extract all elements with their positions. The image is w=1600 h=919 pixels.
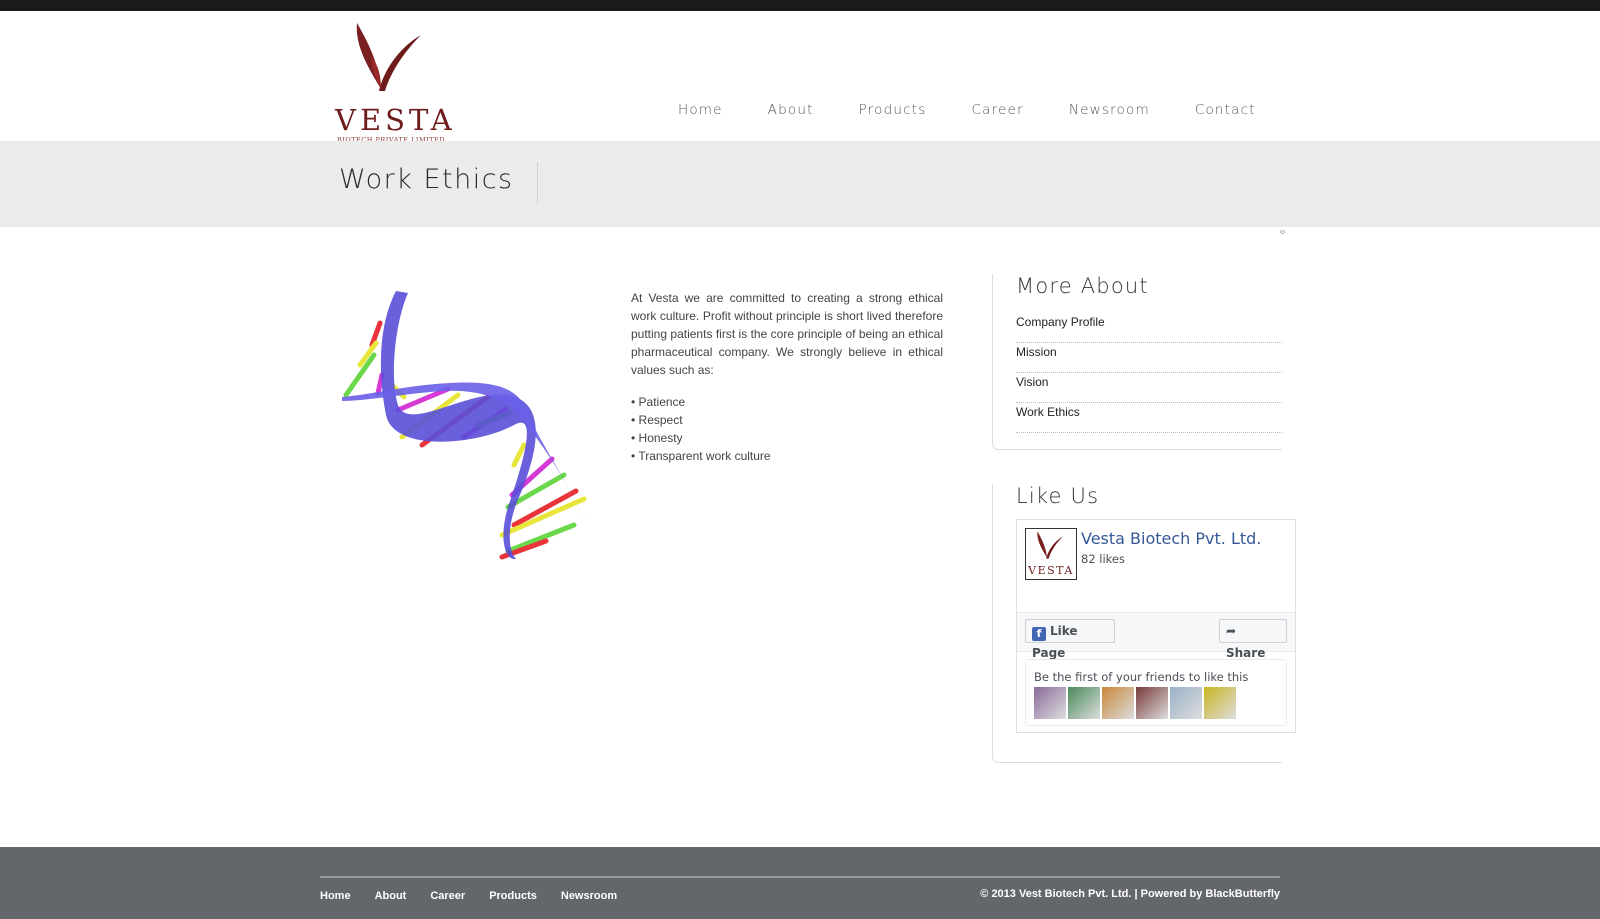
copyright: © 2013 Vest Biotech Pvt. Ltd. | Powered … xyxy=(980,888,1280,900)
page-title: Work Ethics xyxy=(339,164,514,195)
footer-divider xyxy=(320,876,1280,878)
like-us-title: Like Us xyxy=(1016,484,1100,508)
title-divider xyxy=(537,163,538,203)
nav-home[interactable]: Home xyxy=(678,102,723,142)
list-item: • Patience xyxy=(631,395,686,409)
link-vision[interactable]: Vision xyxy=(1016,373,1282,403)
share-label: Share xyxy=(1226,646,1266,660)
link-work-ethics[interactable]: Work Ethics xyxy=(1016,403,1282,433)
dna-helix-image xyxy=(342,291,588,560)
footer-nav: Home About Career Products Newsroom xyxy=(320,890,641,902)
more-about-links: Company Profile Mission Vision Work Ethi… xyxy=(1016,313,1282,433)
footer-link-home[interactable]: Home xyxy=(320,890,351,902)
nav-newsroom[interactable]: Newsroom xyxy=(1069,102,1150,142)
link-mission[interactable]: Mission xyxy=(1016,343,1282,373)
footer-link-newsroom[interactable]: Newsroom xyxy=(561,890,617,902)
footer: Home About Career Products Newsroom © 20… xyxy=(0,847,1600,919)
fb-logo-wordmark: VESTA xyxy=(1028,564,1074,577)
friend-avatar[interactable] xyxy=(1034,687,1066,719)
intro-paragraph: At Vesta we are committed to creating a … xyxy=(631,291,943,377)
title-banner: Work Ethics xyxy=(0,141,1600,227)
nav-about[interactable]: About xyxy=(768,102,814,142)
facebook-icon: f xyxy=(1032,627,1046,641)
logo-emblem-icon xyxy=(356,23,421,91)
friend-avatar[interactable] xyxy=(1068,687,1100,719)
footer-link-about[interactable]: About xyxy=(375,890,407,902)
nav-contact[interactable]: Contact xyxy=(1195,102,1256,142)
more-about-panel: More About Company Profile Mission Visio… xyxy=(992,274,1282,450)
nav-products[interactable]: Products xyxy=(859,102,927,142)
list-item: • Transparent work culture xyxy=(631,449,771,463)
header: VESTA BIOTECH PRIVATE LIMITED Home About… xyxy=(0,11,1600,144)
main-nav: Home About Products Career Newsroom Cont… xyxy=(678,102,1301,142)
friend-avatar[interactable] xyxy=(1102,687,1134,719)
friend-avatar[interactable] xyxy=(1170,687,1202,719)
like-us-panel: Like Us VESTA Vesta Biotech Pvt. Ltd. 82… xyxy=(992,484,1296,763)
smiley-icon: ☺ xyxy=(1279,229,1287,236)
footer-link-products[interactable]: Products xyxy=(489,890,537,902)
like-page-button[interactable]: f Like Page xyxy=(1025,619,1115,660)
fb-page-avatar[interactable]: VESTA xyxy=(1025,528,1077,580)
logo-emblem-icon xyxy=(1037,531,1063,559)
fb-page-name[interactable]: Vesta Biotech Pvt. Ltd. xyxy=(1081,529,1261,548)
values-list: • Patience • Respect • Honesty • Transpa… xyxy=(631,393,943,465)
facebook-widget: VESTA Vesta Biotech Pvt. Ltd. 82 likes f… xyxy=(1016,519,1296,733)
nav-career[interactable]: Career xyxy=(972,102,1024,142)
vesta-logo[interactable]: VESTA BIOTECH PRIVATE LIMITED xyxy=(335,17,456,144)
list-item: • Honesty xyxy=(631,431,683,445)
share-button[interactable]: ➦ Share xyxy=(1219,619,1287,660)
list-item: • Respect xyxy=(631,413,683,427)
fb-friend-faces xyxy=(1034,687,1238,719)
friend-avatar[interactable] xyxy=(1136,687,1168,719)
friend-avatar[interactable] xyxy=(1204,687,1236,719)
fb-friends-box: Be the first of your friends to like thi… xyxy=(1025,659,1287,726)
top-bar xyxy=(0,0,1600,11)
logo-wordmark: VESTA xyxy=(335,103,456,137)
fb-like-count: 82 likes xyxy=(1081,552,1125,566)
fb-friends-text: Be the first of your friends to like thi… xyxy=(1034,670,1249,684)
main-content: At Vesta we are committed to creating a … xyxy=(631,289,943,465)
share-arrow-icon: ➦ xyxy=(1226,624,1237,638)
link-company-profile[interactable]: Company Profile xyxy=(1016,313,1282,343)
footer-link-career[interactable]: Career xyxy=(430,890,465,902)
fb-action-bar: f Like Page ➦ Share xyxy=(1017,612,1295,660)
more-about-title: More About xyxy=(1016,274,1149,298)
